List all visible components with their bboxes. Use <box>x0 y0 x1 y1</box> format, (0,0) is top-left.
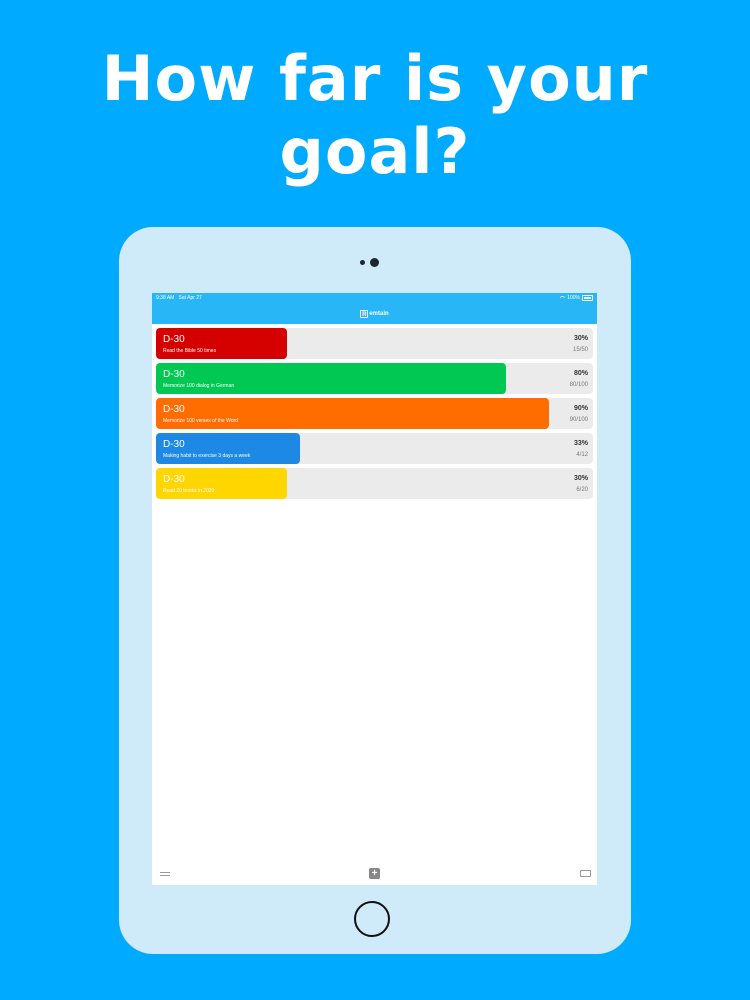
camera-icon <box>358 257 394 269</box>
goal-row[interactable]: D-30 Memorize 100 dialog in German 80% 80/1… <box>156 363 593 394</box>
goal-percent: 30% <box>573 475 588 482</box>
status-bar: 9:38 AM Sat Apr 27 100% <box>152 293 597 303</box>
status-time: 9:38 AM <box>156 295 175 301</box>
goal-title: Read 20 books in 2020 <box>163 488 215 494</box>
goal-row[interactable]: D-30 Memorize 100 verses of the Word 90% 90… <box>156 398 593 429</box>
goal-progress-bar <box>156 398 550 429</box>
status-indicators: 100% <box>560 293 593 303</box>
goal-dday: D-30 <box>163 369 185 380</box>
goal-title: Memorize 100 dialog in German <box>163 383 235 389</box>
goal-title: Read the Bible 50 times <box>163 348 217 354</box>
nav-bar: R emtain <box>152 303 597 324</box>
goal-count: 90/100 <box>569 417 588 423</box>
status-time-date: 9:38 AM Sat Apr 27 <box>156 293 202 303</box>
menu-icon[interactable] <box>160 872 170 876</box>
goal-title: Memorize 100 verses of the Word <box>163 418 238 424</box>
app-screen: 9:38 AM Sat Apr 27 100% R emtain D-30 Rea… <box>152 293 597 885</box>
keyboard-icon[interactable] <box>580 870 591 877</box>
goal-percent: 30% <box>573 335 588 342</box>
goal-count: 80/100 <box>569 382 588 388</box>
wifi-icon <box>560 295 566 301</box>
battery-percent: 100% <box>567 295 580 301</box>
headline: How far is your goal? <box>101 42 649 188</box>
goal-row[interactable]: D-30 Read the Bible 50 times 30% 15/50 <box>156 328 593 359</box>
goal-dday: D-30 <box>163 474 185 485</box>
goal-percent: 33% <box>573 440 588 447</box>
goal-row[interactable]: D-30 Read 20 books in 2020 30% 6/20 <box>156 468 593 499</box>
goal-count: 4/12 <box>576 452 588 458</box>
goal-count: 15/50 <box>572 347 588 353</box>
goal-dday: D-30 <box>163 334 185 345</box>
goal-progress-bar <box>156 363 506 394</box>
goal-list: D-30 Read the Bible 50 times 30% 15/50 D-30 M… <box>156 328 593 503</box>
tablet-frame: 9:38 AM Sat Apr 27 100% R emtain D-30 Rea… <box>119 227 631 954</box>
goal-dday: D-30 <box>163 439 185 450</box>
bottom-toolbar: + <box>152 863 597 885</box>
app-title: emtain <box>369 310 389 317</box>
battery-icon <box>582 295 593 301</box>
goal-dday: D-30 <box>163 404 185 415</box>
app-logo-icon: R <box>360 309 369 318</box>
goal-title: Making habit to exercise 3 days a week <box>163 453 251 459</box>
goal-percent: 90% <box>573 405 588 412</box>
goal-row[interactable]: D-30 Making habit to exercise 3 days a we… <box>156 433 593 464</box>
add-goal-button[interactable]: + <box>369 868 380 879</box>
status-date: Sat Apr 27 <box>178 295 202 301</box>
goal-count: 6/20 <box>576 487 588 493</box>
goal-percent: 80% <box>573 370 588 377</box>
home-button[interactable] <box>354 901 390 937</box>
